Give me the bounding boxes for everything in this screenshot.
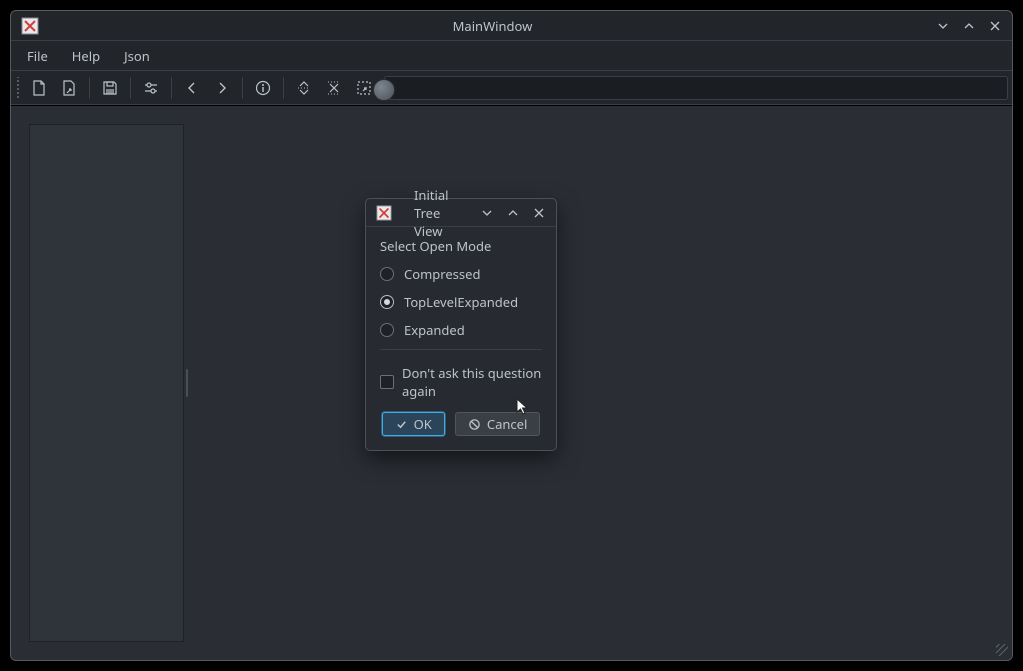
cancel-button[interactable]: Cancel xyxy=(455,412,540,436)
radio-label: TopLevelExpanded xyxy=(404,293,518,311)
radio-expanded[interactable]: Expanded xyxy=(380,321,542,339)
dialog-window-controls xyxy=(480,206,546,220)
initial-tree-view-dialog: Initial Tree View Select Open Mode Compr… xyxy=(365,198,557,451)
info-button[interactable] xyxy=(249,75,277,101)
ok-button-label: OK xyxy=(414,415,432,433)
menu-help[interactable]: Help xyxy=(60,41,112,70)
radio-icon xyxy=(380,323,394,337)
toolbar-separator xyxy=(242,77,243,99)
open-file-button[interactable] xyxy=(55,75,83,101)
main-titlebar: MainWindow xyxy=(11,11,1012,41)
dialog-body: Select Open Mode Compressed TopLevelExpa… xyxy=(366,227,556,364)
menu-json[interactable]: Json xyxy=(112,41,162,70)
dialog-separator xyxy=(380,349,542,350)
window-controls xyxy=(936,19,1002,33)
expand-all-button[interactable] xyxy=(320,75,348,101)
toolbar-separator xyxy=(130,77,131,99)
toolbar xyxy=(11,71,1012,105)
ok-button[interactable]: OK xyxy=(382,412,445,436)
save-button[interactable] xyxy=(96,75,124,101)
app-icon xyxy=(21,17,39,35)
close-button[interactable] xyxy=(988,19,1002,33)
dont-ask-checkbox[interactable]: Don't ask this question again xyxy=(366,364,556,410)
toolbar-separator xyxy=(89,77,90,99)
minimize-button[interactable] xyxy=(936,19,950,33)
tree-panel[interactable] xyxy=(29,124,184,642)
editor-panel[interactable] xyxy=(190,106,1012,660)
radio-compressed[interactable]: Compressed xyxy=(380,265,542,283)
checkbox-icon xyxy=(380,375,394,389)
maximize-button[interactable] xyxy=(506,206,520,220)
cancel-button-label: Cancel xyxy=(487,415,527,433)
radio-toplevelexpanded[interactable]: TopLevelExpanded xyxy=(380,293,542,311)
check-icon xyxy=(395,418,408,431)
select-open-mode-label: Select Open Mode xyxy=(380,237,542,255)
new-file-button[interactable] xyxy=(25,75,53,101)
toolbar-separator xyxy=(283,77,284,99)
minimize-button[interactable] xyxy=(480,206,494,220)
search-input[interactable] xyxy=(384,76,1008,100)
menu-file[interactable]: File xyxy=(15,41,60,70)
radio-label: Expanded xyxy=(404,321,465,339)
maximize-button[interactable] xyxy=(962,19,976,33)
radio-label: Compressed xyxy=(404,265,480,283)
back-button[interactable] xyxy=(178,75,206,101)
cancel-icon xyxy=(468,418,481,431)
app-icon xyxy=(376,205,392,221)
menubar: File Help Json xyxy=(11,41,1012,71)
forward-button[interactable] xyxy=(208,75,236,101)
checkbox-label: Don't ask this question again xyxy=(402,364,542,400)
collapse-all-button[interactable] xyxy=(290,75,318,101)
toolbar-separator xyxy=(171,77,172,99)
radio-icon xyxy=(380,295,394,309)
dialog-button-row: OK Cancel xyxy=(366,410,556,450)
dialog-titlebar: Initial Tree View xyxy=(366,199,556,227)
radio-icon xyxy=(380,267,394,281)
settings-sliders-button[interactable] xyxy=(137,75,165,101)
close-button[interactable] xyxy=(532,206,546,220)
toolbar-grip[interactable] xyxy=(15,77,21,99)
window-title: MainWindow xyxy=(59,17,926,35)
